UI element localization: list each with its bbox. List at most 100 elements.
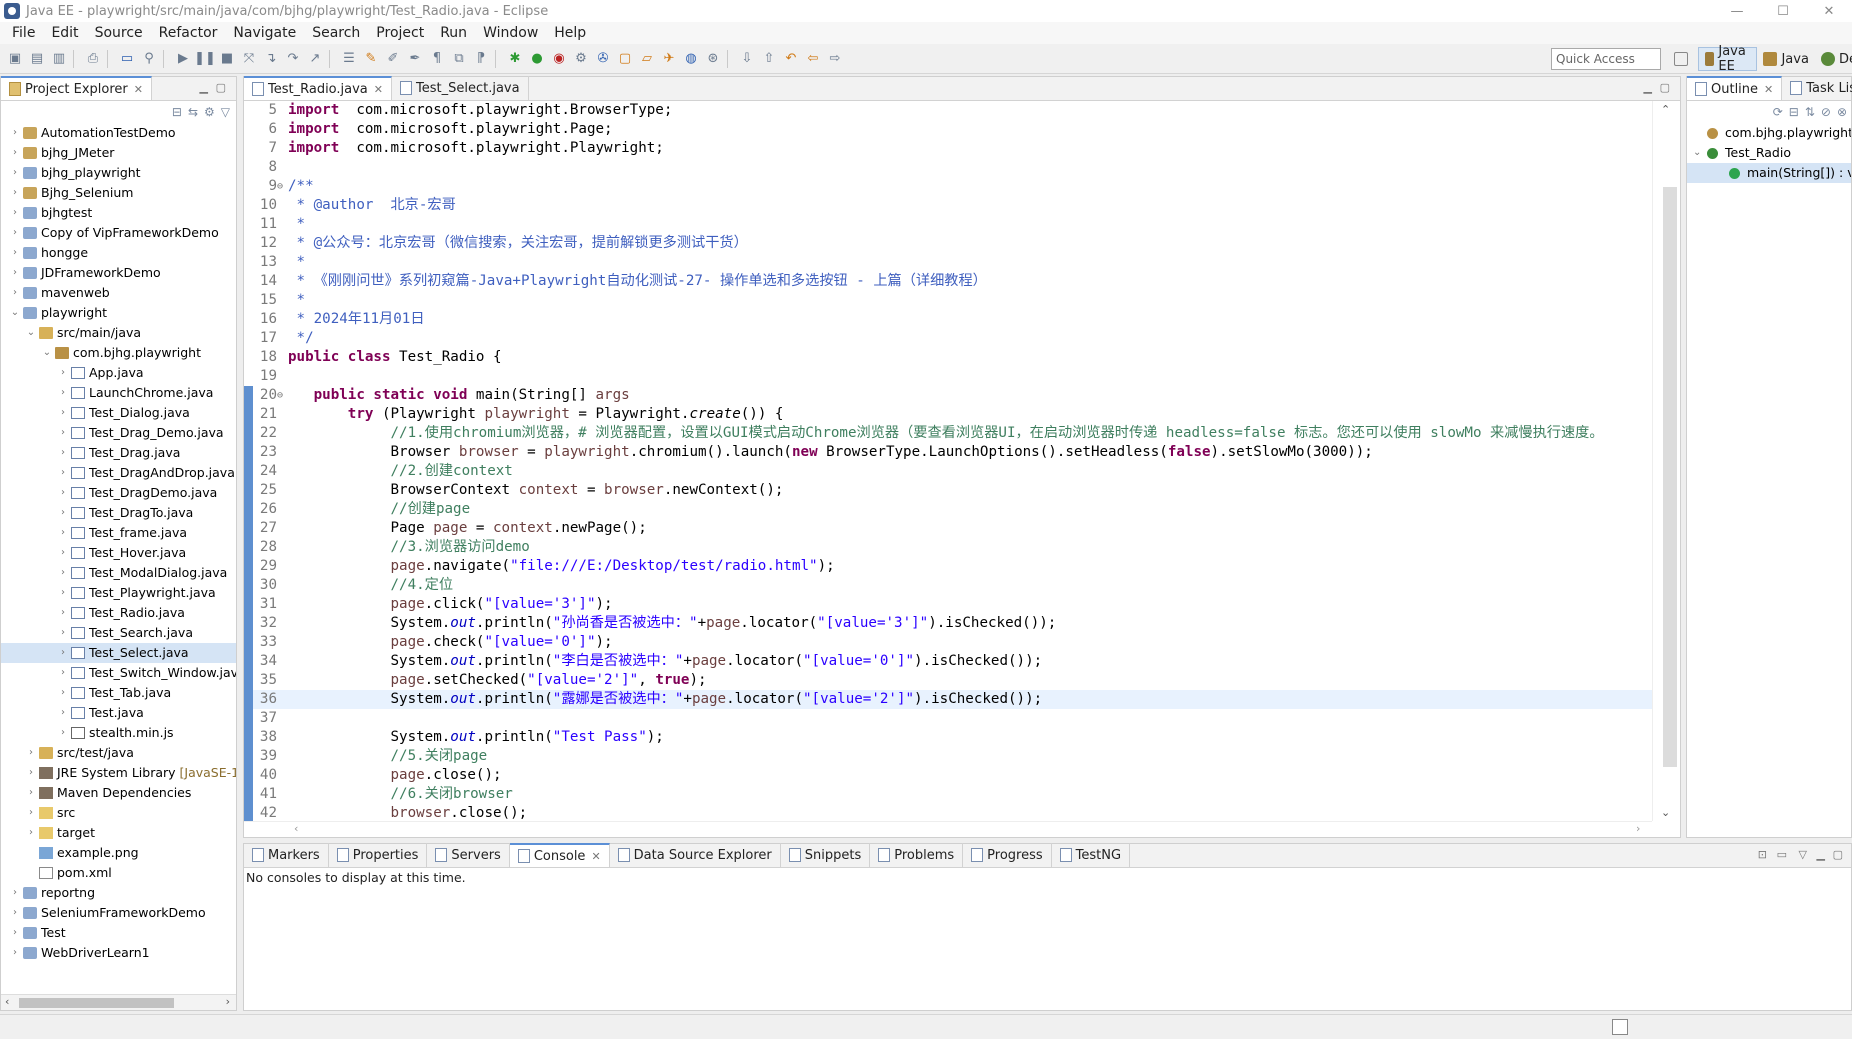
filter-icon[interactable]: ⚙ bbox=[204, 105, 215, 119]
tree-item[interactable]: › Maven Dependencies bbox=[1, 783, 236, 803]
tab-test-radio[interactable]: Test_Radio.java ✕ bbox=[244, 76, 392, 100]
collapsed-arrow-icon[interactable]: › bbox=[57, 463, 69, 483]
vertical-scrollbar[interactable]: ⌃ ⌄ bbox=[1652, 101, 1680, 821]
collapse-all-icon[interactable]: ⊟ bbox=[1789, 105, 1799, 119]
tab-task-list[interactable]: Task List bbox=[1782, 76, 1852, 100]
minimize-view-icon[interactable]: ▁ bbox=[200, 81, 208, 94]
scroll-down-icon[interactable]: ⌄ bbox=[1661, 806, 1670, 819]
outline-item[interactable]: ⌄ Test_Radio bbox=[1687, 143, 1851, 163]
collapsed-arrow-icon[interactable]: › bbox=[57, 543, 69, 563]
code-line[interactable]: 29 page.navigate("file:///E:/Desktop/tes… bbox=[244, 557, 1652, 576]
scroll-up-icon[interactable]: ⌃ bbox=[1661, 103, 1670, 116]
show-source-icon[interactable]: ⧉ bbox=[448, 48, 470, 70]
menu-file[interactable]: File bbox=[4, 25, 43, 41]
tree-item[interactable]: › Test_Drag_Demo.java bbox=[1, 423, 236, 443]
toggle-mark-icon[interactable]: ☰ bbox=[338, 48, 360, 70]
print-icon[interactable]: ⎙ bbox=[82, 48, 104, 70]
scroll-left-icon[interactable]: ‹ bbox=[294, 822, 298, 835]
code-line[interactable]: 18 public class Test_Radio { bbox=[244, 348, 1652, 367]
step-into-icon[interactable]: ↴ bbox=[260, 48, 282, 70]
collapsed-arrow-icon[interactable]: › bbox=[9, 223, 21, 243]
open-perspective-button[interactable] bbox=[1668, 47, 1698, 71]
code-line[interactable]: 35 page.setChecked("[value='2']", true); bbox=[244, 671, 1652, 690]
menu-edit[interactable]: Edit bbox=[43, 25, 86, 41]
hide-static-icon[interactable]: ⊗ bbox=[1837, 105, 1847, 119]
status-progress-icon[interactable] bbox=[1612, 1019, 1628, 1035]
collapsed-arrow-icon[interactable]: › bbox=[9, 163, 21, 183]
minimize-view-icon[interactable]: ▁ bbox=[1817, 848, 1825, 861]
scroll-left-icon[interactable]: ‹ bbox=[5, 995, 9, 1008]
tree-item[interactable]: › mavenweb bbox=[1, 283, 236, 303]
tree-item[interactable]: › Test.java bbox=[1, 703, 236, 723]
tree-item[interactable]: › bjhgtest bbox=[1, 203, 236, 223]
code-line[interactable]: 10 * @author 北京-宏哥 bbox=[244, 196, 1652, 215]
tree-item[interactable]: › Test_Radio.java bbox=[1, 603, 236, 623]
terminate-icon[interactable]: ■ bbox=[216, 48, 238, 70]
block-selection-icon[interactable]: ✒ bbox=[404, 48, 426, 70]
tree-item[interactable]: ⌄ playwright bbox=[1, 303, 236, 323]
code-line[interactable]: 36 System.out.println("露娜是否被选中："+page.lo… bbox=[244, 690, 1652, 709]
code-line[interactable]: 20 ⊖ public static void main(String[] arg… bbox=[244, 386, 1652, 405]
tree-item[interactable]: › App.java bbox=[1, 363, 236, 383]
expanded-arrow-icon[interactable]: ⌄ bbox=[9, 303, 21, 323]
code-line[interactable]: 15 * bbox=[244, 291, 1652, 310]
code-line[interactable]: 8 bbox=[244, 158, 1652, 177]
code-line[interactable]: 17 */ bbox=[244, 329, 1652, 348]
link-with-editor-icon[interactable]: ⇆ bbox=[188, 105, 198, 119]
debug-icon[interactable]: ✱ bbox=[504, 48, 526, 70]
prev-annotation-icon[interactable]: ⇧ bbox=[758, 48, 780, 70]
step-over-icon[interactable]: ↷ bbox=[282, 48, 304, 70]
tree-item[interactable]: › Test_Drag.java bbox=[1, 443, 236, 463]
tab-progress[interactable]: Progress bbox=[963, 843, 1052, 867]
collapsed-arrow-icon[interactable]: › bbox=[57, 423, 69, 443]
tree-item[interactable]: › SeleniumFrameworkDemo bbox=[1, 903, 236, 923]
code-line[interactable]: 37 bbox=[244, 709, 1652, 728]
fold-toggle-icon[interactable]: ⊖ bbox=[277, 386, 287, 405]
tab-snippets[interactable]: Snippets bbox=[781, 843, 871, 867]
collapsed-arrow-icon[interactable]: › bbox=[25, 763, 37, 783]
forward-icon[interactable]: ⇨ bbox=[824, 48, 846, 70]
code-line[interactable]: 33 page.check("[value='0']"); bbox=[244, 633, 1652, 652]
code-line[interactable]: 16 * 2024年11月01日 bbox=[244, 310, 1652, 329]
tree-item[interactable]: › src bbox=[1, 803, 236, 823]
menu-help[interactable]: Help bbox=[546, 25, 594, 41]
code-line[interactable]: 28 //3.浏览器访问demo bbox=[244, 538, 1652, 557]
tree-item[interactable]: › LaunchChrome.java bbox=[1, 383, 236, 403]
minimize-view-icon[interactable]: ▁ bbox=[1644, 81, 1652, 94]
menu-project[interactable]: Project bbox=[368, 25, 432, 41]
close-icon[interactable]: ✕ bbox=[374, 83, 383, 96]
menu-search[interactable]: Search bbox=[304, 25, 368, 41]
tree-item[interactable]: › Test_DragAndDrop.java bbox=[1, 463, 236, 483]
menu-run[interactable]: Run bbox=[432, 25, 475, 41]
tree-item[interactable]: › Test_Tab.java bbox=[1, 683, 236, 703]
maximize-button[interactable]: ☐ bbox=[1760, 0, 1806, 22]
tab-properties[interactable]: Properties bbox=[329, 843, 428, 867]
horizontal-scrollbar[interactable]: ‹ › bbox=[244, 821, 1652, 837]
suspend-icon[interactable]: ❚❚ bbox=[194, 48, 216, 70]
tree-item[interactable]: › Test_Hover.java bbox=[1, 543, 236, 563]
sync-icon[interactable]: ⟳ bbox=[1773, 105, 1783, 119]
view-menu-icon[interactable]: ▽ bbox=[221, 105, 230, 119]
new-icon[interactable]: ▣ bbox=[4, 48, 26, 70]
collapsed-arrow-icon[interactable]: › bbox=[25, 783, 37, 803]
code-line[interactable]: 19 bbox=[244, 367, 1652, 386]
collapsed-arrow-icon[interactable]: › bbox=[9, 143, 21, 163]
code-line[interactable]: 26 //创建page bbox=[244, 500, 1652, 519]
code-line[interactable]: 22 //1.使用chromium浏览器，# 浏览器配置，设置以GUI模式启动C… bbox=[244, 424, 1652, 443]
next-annotation-icon[interactable]: ⇩ bbox=[736, 48, 758, 70]
collapsed-arrow-icon[interactable]: › bbox=[57, 703, 69, 723]
code-line[interactable]: 34 System.out.println("李白是否被选中："+page.lo… bbox=[244, 652, 1652, 671]
back-icon[interactable]: ⇦ bbox=[802, 48, 824, 70]
code-line[interactable]: 21 try (Playwright playwright = Playwrig… bbox=[244, 405, 1652, 424]
code-line[interactable]: 32 System.out.println("孙尚香是否被选中："+page.l… bbox=[244, 614, 1652, 633]
tree-item[interactable]: › hongge bbox=[1, 243, 236, 263]
fold-toggle-icon[interactable]: ⊖ bbox=[277, 177, 287, 196]
tree-item[interactable]: › Test_ModalDialog.java bbox=[1, 563, 236, 583]
tree-item[interactable]: › Test_frame.java bbox=[1, 523, 236, 543]
collapsed-arrow-icon[interactable]: › bbox=[9, 263, 21, 283]
code-line[interactable]: 40 page.close(); bbox=[244, 766, 1652, 785]
tab-console[interactable]: Console ✕ bbox=[509, 843, 610, 867]
tree-item[interactable]: › src/test/java bbox=[1, 743, 236, 763]
collapsed-arrow-icon[interactable]: › bbox=[57, 403, 69, 423]
menu-source[interactable]: Source bbox=[87, 25, 151, 41]
